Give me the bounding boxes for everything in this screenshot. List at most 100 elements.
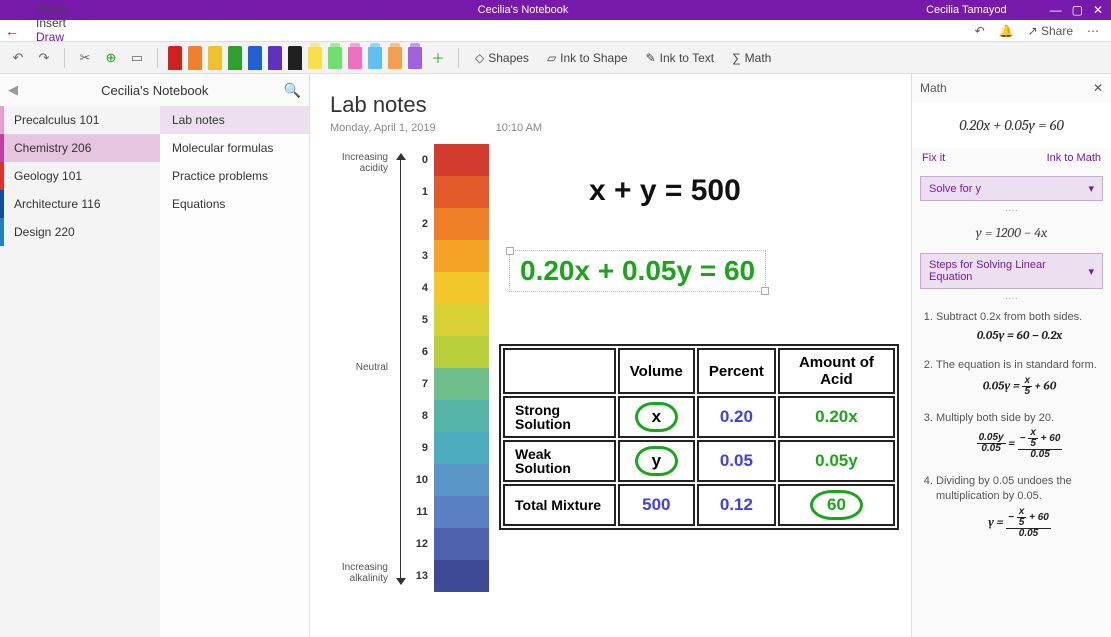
row-strong-label: Strong Solution	[503, 396, 616, 438]
page-time: 10:10 AM	[496, 122, 542, 134]
math-step: Subtract 0.2x from both sides.0.05y = 60…	[936, 310, 1103, 344]
section-list: Precalculus 101Chemistry 206Geology 101A…	[0, 106, 160, 637]
add-tool-icon[interactable]: ＋	[428, 48, 448, 68]
more-icon[interactable]: ⋯	[1087, 24, 1099, 38]
ink-area[interactable]: x + y = 500 0.20x + 0.05y = 60 Volume Pe…	[499, 144, 899, 627]
ph-color-block	[434, 464, 489, 496]
ph-number: 2	[412, 218, 428, 230]
close-pane-icon[interactable]: ✕	[1093, 81, 1103, 95]
col-amount: Amount of Acid	[778, 348, 895, 394]
ph-color-block	[434, 208, 489, 240]
cell-strong-amt: 0.20x	[778, 396, 895, 438]
ph-number: 1	[412, 186, 428, 198]
pen-purple[interactable]	[268, 46, 282, 70]
ph-color-block	[434, 432, 489, 464]
math-pane: Math ✕ 0.20x + 0.05y = 60 Fix it Ink to …	[911, 74, 1111, 637]
add-pen-icon[interactable]: ⊕	[101, 48, 121, 68]
ph-color-block	[434, 240, 489, 272]
col-volume: Volume	[618, 348, 695, 394]
tab-home[interactable]: Home	[24, 2, 80, 16]
undo-icon[interactable]: ↶	[975, 24, 985, 38]
undo-icon[interactable]: ↶	[8, 48, 28, 68]
pen-red[interactable]	[168, 46, 182, 70]
pen-black[interactable]	[288, 46, 302, 70]
hl-purple[interactable]	[408, 47, 422, 69]
section-item[interactable]: Architecture 116	[0, 190, 160, 218]
page-title[interactable]: Lab notes	[330, 92, 899, 118]
close-icon[interactable]: ✕	[1093, 3, 1103, 17]
equation-2-selected[interactable]: 0.20x + 0.05y = 60	[509, 250, 766, 292]
back-button[interactable]: ←	[0, 23, 24, 39]
cell-strong-vol: x	[635, 402, 678, 432]
cell-total-vol: 500	[618, 484, 695, 526]
fix-it-link[interactable]: Fix it	[922, 152, 945, 164]
ph-color-block	[434, 528, 489, 560]
math-step: Multiply both side by 20.0.05y0.05 = − x…	[936, 411, 1103, 460]
cell-weak-pct: 0.05	[697, 440, 776, 482]
pen-green[interactable]	[228, 46, 242, 70]
hl-green[interactable]	[328, 47, 342, 69]
ink-to-text-button[interactable]: ✎ Ink to Text	[640, 49, 721, 67]
ph-color-block	[434, 368, 489, 400]
solve-dropdown[interactable]: Solve for y▾	[920, 176, 1103, 201]
ink-to-math-link[interactable]: Ink to Math	[1047, 152, 1101, 164]
math-button[interactable]: ∑ Math	[726, 49, 777, 67]
redo-icon[interactable]: ↷	[34, 48, 54, 68]
eraser-icon[interactable]: ▭	[127, 48, 147, 68]
math-steps: Subtract 0.2x from both sides.0.05y = 60…	[912, 304, 1111, 559]
sidebar: ◀ Cecilia's Notebook 🔍 Precalculus 101Ch…	[0, 74, 310, 637]
pen-orange[interactable]	[188, 46, 202, 70]
shapes-button[interactable]: ◇ Shapes	[469, 49, 535, 67]
page-item[interactable]: Lab notes	[160, 106, 309, 134]
chevron-down-icon: ▾	[1088, 182, 1094, 195]
section-item[interactable]: Chemistry 206	[0, 134, 160, 162]
ph-number: 7	[412, 378, 428, 390]
hl-yellow[interactable]	[308, 47, 322, 69]
math-pane-title: Math	[920, 81, 947, 95]
hl-orange[interactable]	[388, 47, 402, 69]
ph-scale: Increasing acidity Neutral Increasing al…	[330, 144, 489, 627]
ph-top-label: Increasing acidity	[330, 152, 388, 174]
user-name: Cecilia Tamayod	[926, 4, 1007, 16]
ph-color-block	[434, 272, 489, 304]
section-item[interactable]: Geology 101	[0, 162, 160, 190]
steps-dropdown[interactable]: Steps for Solving Linear Equation▾	[920, 253, 1103, 289]
equation-1[interactable]: x + y = 500	[589, 174, 741, 208]
main: ◀ Cecilia's Notebook 🔍 Precalculus 101Ch…	[0, 74, 1111, 637]
collapse-icon[interactable]: ◀	[8, 82, 26, 98]
ph-number: 4	[412, 282, 428, 294]
ph-color-block	[434, 176, 489, 208]
ink-to-shape-button[interactable]: ▱ Ink to Shape	[541, 49, 634, 67]
ribbon-tabs: ← HomeInsertDrawView ↶ 🔔 ↗ Share ⋯	[0, 20, 1111, 42]
ph-number: 10	[412, 474, 428, 486]
notification-icon[interactable]: 🔔	[999, 24, 1014, 38]
mixture-table[interactable]: Volume Percent Amount of Acid Strong Sol…	[499, 344, 899, 530]
row-total-label: Total Mixture	[503, 484, 616, 526]
section-item[interactable]: Precalculus 101	[0, 106, 160, 134]
pen-blue[interactable]	[248, 46, 262, 70]
share-button[interactable]: ↗ Share	[1028, 24, 1073, 38]
col-percent: Percent	[697, 348, 776, 394]
lasso-icon[interactable]: ✂	[75, 48, 95, 68]
search-icon[interactable]: 🔍	[284, 82, 301, 99]
maximize-icon[interactable]: ▢	[1072, 3, 1083, 17]
minimize-icon[interactable]: ―	[1050, 3, 1062, 17]
chevron-down-icon: ▾	[1088, 265, 1094, 278]
page-item[interactable]: Molecular formulas	[160, 134, 309, 162]
hl-blue[interactable]	[368, 47, 382, 69]
ph-number: 3	[412, 250, 428, 262]
ph-color-block	[434, 560, 489, 592]
ph-color-block	[434, 304, 489, 336]
page-item[interactable]: Practice problems	[160, 162, 309, 190]
page-list: Lab notesMolecular formulasPractice prob…	[160, 106, 309, 637]
ph-arrow	[396, 154, 406, 584]
tab-insert[interactable]: Insert	[24, 16, 80, 30]
page-item[interactable]: Equations	[160, 190, 309, 218]
ph-color-block	[434, 496, 489, 528]
titlebar: Cecilia's Notebook Cecilia Tamayod ― ▢ ✕	[0, 0, 1111, 20]
page-canvas[interactable]: Lab notes Monday, April 1, 2019 10:10 AM…	[310, 74, 911, 637]
page-date: Monday, April 1, 2019	[330, 122, 436, 134]
section-item[interactable]: Design 220	[0, 218, 160, 246]
pen-yellow[interactable]	[208, 46, 222, 70]
hl-pink[interactable]	[348, 47, 362, 69]
